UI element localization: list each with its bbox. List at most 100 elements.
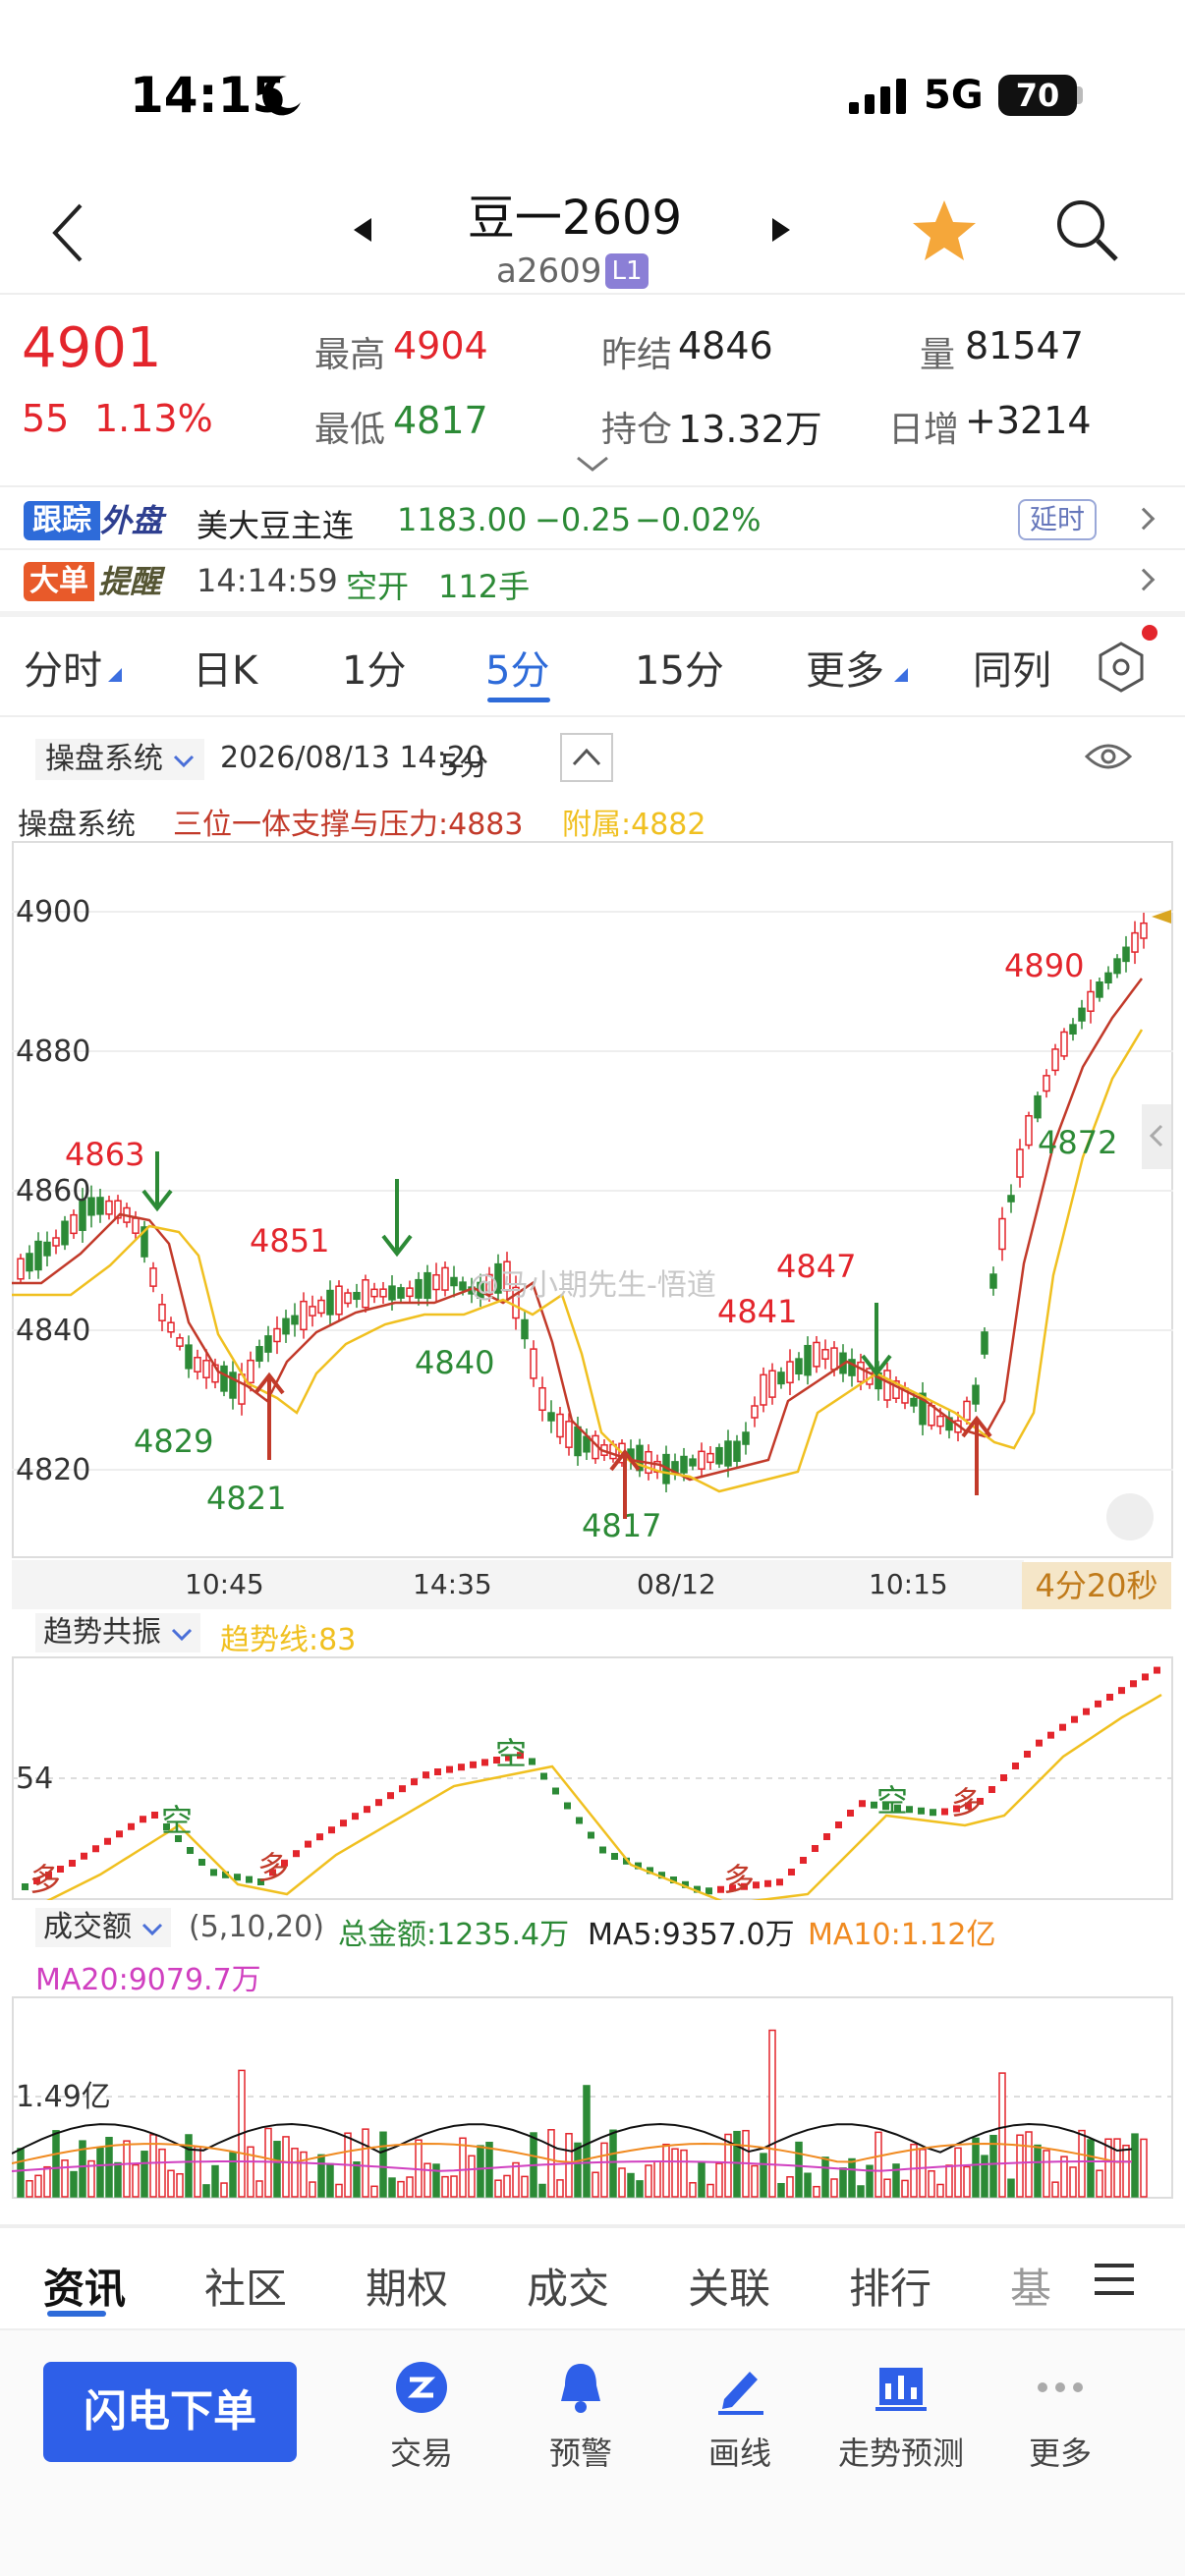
fullscreen-icon[interactable] (1106, 1493, 1154, 1540)
trend-indicator-select[interactable]: 趋势共振 (35, 1613, 200, 1652)
eye-icon[interactable] (1085, 739, 1132, 774)
quick-order-button[interactable]: 闪电下单 (43, 2362, 297, 2462)
trend-dot (1154, 1666, 1160, 1674)
trend-dot (588, 1831, 594, 1839)
tab-community[interactable]: 社区 (204, 2256, 287, 2316)
volume-bar (52, 2130, 60, 2198)
volume-bar (220, 2182, 228, 2198)
trend-dot (1083, 1708, 1090, 1715)
candle-body (326, 1289, 334, 1316)
change-pct: 1.13% (94, 397, 213, 440)
volume-bar (636, 2180, 644, 2198)
trend-dot (552, 1787, 559, 1795)
candle-body (689, 1458, 697, 1467)
volume-bar (43, 2165, 51, 2198)
annotation: 4851 (250, 1222, 329, 1260)
tab-more[interactable]: 更多 (806, 639, 884, 696)
tab-15min[interactable]: 15分 (635, 639, 724, 696)
tab-5min[interactable]: 5分 (485, 639, 549, 696)
chevron-right-icon[interactable] (1132, 507, 1156, 531)
volume-chart[interactable]: 1.49亿 (12, 1996, 1173, 2199)
trend-dot (399, 1785, 406, 1793)
chart-period: 5分 (440, 749, 489, 783)
daily-inc-value: +3214 (965, 399, 1092, 442)
favorite-star-icon[interactable] (910, 196, 979, 265)
volume-bar (839, 2167, 847, 2198)
tab-related[interactable]: 关联 (688, 2256, 770, 2316)
volume-bar (282, 2136, 290, 2198)
tab-options[interactable]: 期权 (366, 2256, 448, 2316)
nav-forecast[interactable]: 走势预测 (835, 2358, 967, 2474)
tab-1min[interactable]: 1分 (342, 639, 406, 696)
candle-body (132, 1217, 140, 1234)
trend-dot (1000, 1774, 1007, 1781)
volume-bar (583, 2085, 591, 2198)
trend-dot (434, 1768, 441, 1775)
tab-news[interactable]: 资讯 (43, 2256, 126, 2316)
volume-bar (397, 2180, 405, 2198)
candle-body (353, 1291, 361, 1301)
trend-dot (458, 1764, 465, 1771)
divider (0, 485, 1185, 487)
volume-bar (813, 2185, 820, 2198)
trend-chart[interactable]: 54 多 空 多 空 多 空 多 (12, 1656, 1173, 1900)
trend-dot (375, 1799, 382, 1807)
candle-body (194, 1357, 201, 1372)
menu-icon[interactable] (1093, 2260, 1136, 2299)
candle-body (423, 1271, 431, 1300)
trend-dot (1047, 1731, 1054, 1739)
candle-body (857, 1361, 865, 1383)
volume-bar (229, 2152, 237, 2198)
indicator-select[interactable]: 操盘系统 (35, 739, 204, 780)
delay-button[interactable]: 延时 (1018, 499, 1097, 540)
volume-bar (698, 2162, 705, 2198)
candle-body (415, 1278, 423, 1299)
trend-dot (529, 1758, 536, 1765)
side-panel-handle[interactable] (1142, 1104, 1171, 1169)
volume-params: (5,10,20) (189, 1910, 324, 1944)
volume-indicator-select[interactable]: 成交额 (35, 1908, 171, 1947)
volume-bar (760, 2153, 767, 2198)
expand-chevron-icon[interactable] (576, 456, 609, 474)
chevron-right-icon[interactable] (1132, 568, 1156, 591)
track-name[interactable]: 美大豆主连 (197, 501, 354, 546)
nav-more[interactable]: 更多 (996, 2358, 1124, 2474)
tab-intraday[interactable]: 分时 (24, 639, 102, 696)
tab-daily[interactable]: 日K (193, 639, 257, 696)
volume-ma5: MA5:9357.0万 (588, 1918, 795, 1952)
chevron-down-icon (173, 755, 194, 768)
volume-bar (1087, 2139, 1095, 2198)
volume-bar (326, 2162, 334, 2198)
next-contract-icon[interactable] (772, 218, 790, 242)
candle-body (1122, 946, 1130, 963)
volume-bar (574, 2142, 582, 2198)
trend-dot (340, 1820, 347, 1827)
nav-draw[interactable]: 画线 (676, 2358, 804, 2474)
candle-body (768, 1370, 776, 1398)
nav-alert[interactable]: 预警 (517, 2358, 645, 2474)
tab-same-column[interactable]: 同列 (973, 639, 1051, 696)
nav-trade[interactable]: 交易 (358, 2358, 485, 2474)
volume-bar (963, 2165, 971, 2198)
tab-trades[interactable]: 成交 (527, 2256, 609, 2316)
candle-body (883, 1370, 891, 1401)
search-icon[interactable] (1053, 196, 1122, 265)
candlestick-chart[interactable]: 4900 4880 4860 4840 4820 4863 4851 4829 … (12, 841, 1173, 1558)
trend-signal: 多 (29, 1861, 61, 1898)
candle-body (370, 1288, 378, 1298)
candle-body (273, 1327, 281, 1343)
tab-underline (47, 2311, 106, 2317)
nav-alert-label: 预警 (548, 2435, 612, 2472)
trend-dot (835, 1821, 842, 1828)
volume-bar (538, 2183, 546, 2198)
network-label: 5G (924, 73, 984, 118)
trend-dot (387, 1792, 394, 1800)
tab-ranking[interactable]: 排行 (849, 2256, 931, 2316)
collapse-button[interactable] (560, 733, 613, 782)
settings-hexagon-icon[interactable] (1095, 641, 1148, 694)
candle-body (1096, 980, 1103, 998)
tab-fundamental[interactable]: 基 (1010, 2256, 1051, 2316)
candle-body (786, 1361, 794, 1384)
indicator-support-value: 三位一体支撑与压力:4883 (173, 808, 524, 842)
candle-body (317, 1299, 325, 1315)
